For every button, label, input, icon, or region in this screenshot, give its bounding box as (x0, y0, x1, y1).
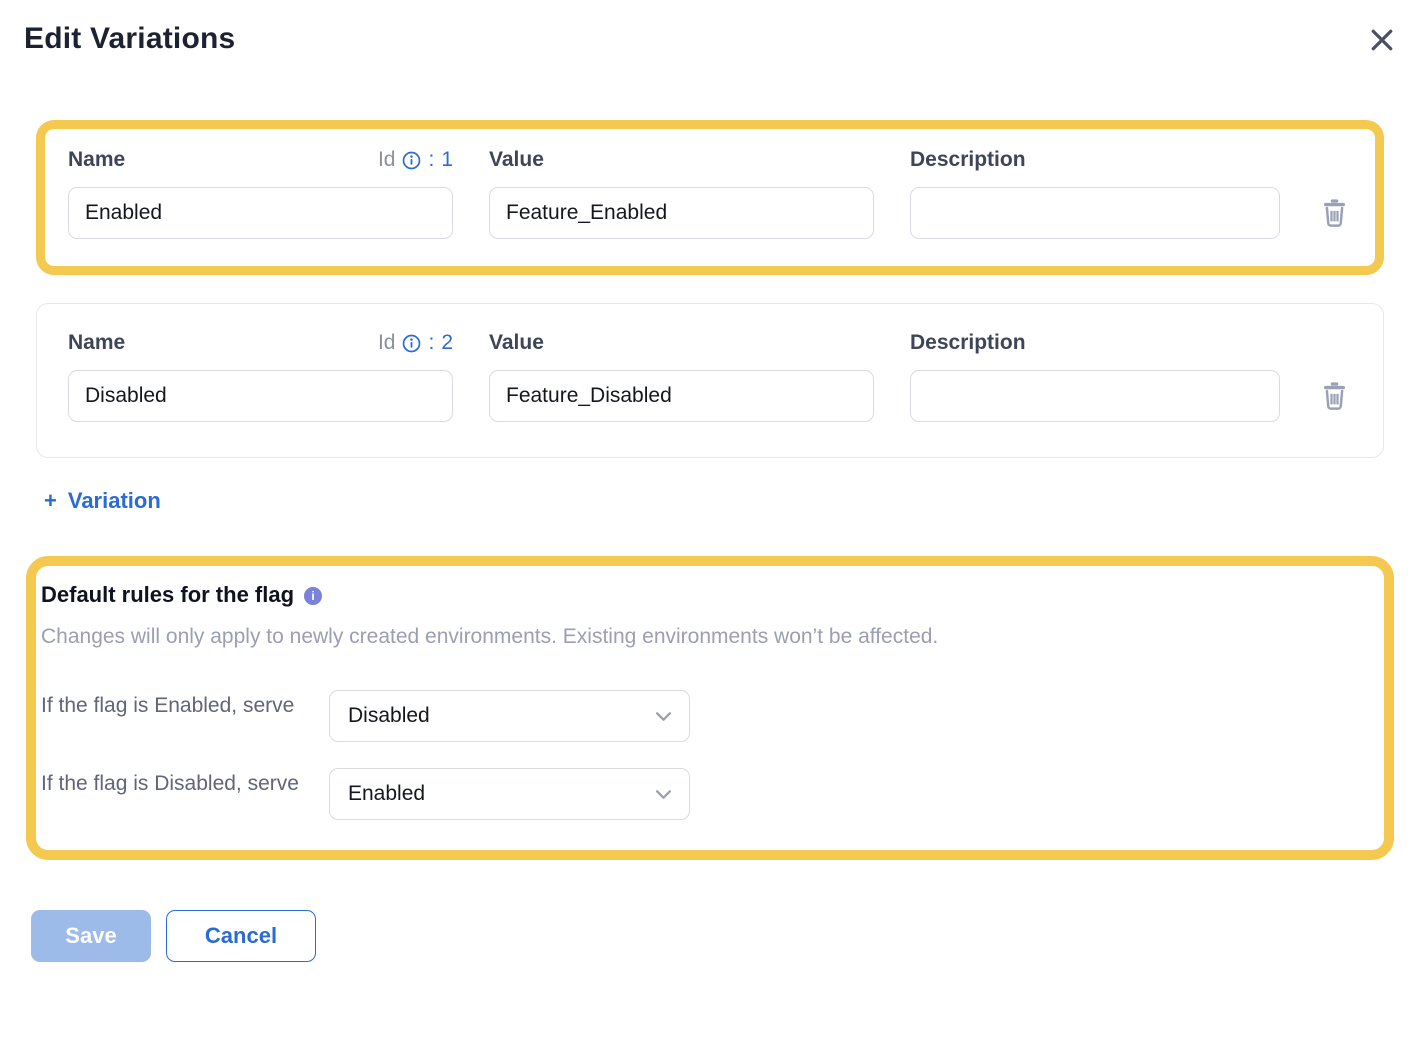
name-input[interactable] (68, 187, 453, 239)
rule-label: If the flag is Disabled, serve (41, 768, 329, 800)
dialog-footer: Save Cancel (31, 910, 1420, 962)
name-label: Name (68, 148, 125, 172)
default-rule-row: If the flag is Disabled, serve Enabled (41, 768, 1358, 820)
default-rule-row: If the flag is Enabled, serve Disabled (41, 690, 1358, 742)
add-variation-button[interactable]: + Variation (44, 488, 161, 514)
trash-icon (1321, 198, 1348, 227)
id-value: 1 (441, 148, 453, 172)
default-rules-section: Default rules for the flag i Changes wil… (26, 556, 1394, 860)
name-input[interactable] (68, 370, 453, 422)
chevron-down-icon (655, 711, 672, 722)
chevron-down-icon (655, 789, 672, 800)
value-input[interactable] (489, 187, 874, 239)
info-icon[interactable] (402, 151, 421, 170)
variations-list: Name Id : 1 Value (36, 120, 1384, 458)
name-label: Name (68, 331, 125, 355)
value-input[interactable] (489, 370, 874, 422)
default-rules-title: Default rules for the flag (41, 582, 294, 608)
rule-label: If the flag is Enabled, serve (41, 690, 329, 722)
value-label: Value (489, 148, 544, 172)
trash-icon (1321, 381, 1348, 410)
selected-option: Enabled (348, 782, 425, 806)
id-label: Id (378, 331, 396, 355)
description-input[interactable] (910, 370, 1280, 422)
cancel-button[interactable]: Cancel (166, 910, 316, 962)
description-label: Description (910, 331, 1026, 355)
value-label: Value (489, 331, 544, 355)
save-button[interactable]: Save (31, 910, 151, 962)
id-colon: : (428, 331, 434, 355)
dialog-header: Edit Variations (0, 0, 1420, 56)
rule-serve-select[interactable]: Enabled (329, 768, 690, 820)
delete-variation-button[interactable] (1321, 198, 1348, 227)
description-input[interactable] (910, 187, 1280, 239)
add-variation-label: Variation (68, 488, 161, 514)
info-icon[interactable] (402, 334, 421, 353)
info-icon[interactable]: i (304, 587, 322, 605)
id-label: Id (378, 148, 396, 172)
dialog-title: Edit Variations (24, 22, 1396, 56)
description-label: Description (910, 148, 1026, 172)
plus-icon: + (44, 488, 57, 514)
id-colon: : (428, 148, 434, 172)
variation-id: Id : 2 (378, 331, 453, 355)
variation-id: Id : 1 (378, 148, 453, 172)
default-rules-note: Changes will only apply to newly created… (41, 625, 1358, 649)
rule-serve-select[interactable]: Disabled (329, 690, 690, 742)
variation-card-1: Name Id : 1 Value (36, 120, 1384, 275)
id-value: 2 (441, 331, 453, 355)
close-button[interactable] (1364, 22, 1400, 58)
close-icon (1367, 25, 1397, 55)
selected-option: Disabled (348, 704, 430, 728)
delete-variation-button[interactable] (1321, 381, 1348, 410)
variation-card-2: Name Id : 2 Value (36, 303, 1384, 458)
